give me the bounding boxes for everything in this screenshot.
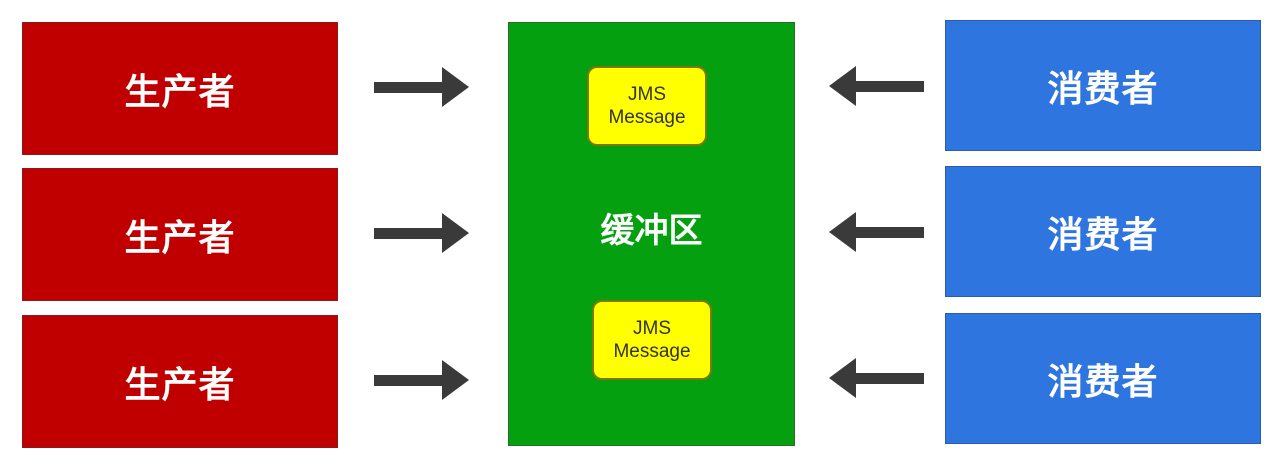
jms-message-line1: JMS <box>628 84 666 105</box>
buffer-box: JMS Message 缓冲区 JMS Message <box>508 22 795 446</box>
buffer-label: 缓冲区 <box>600 211 703 251</box>
consumer-label: 消费者 <box>1047 214 1159 256</box>
jms-message-line2: Message <box>608 107 686 128</box>
consumer-box: 消费者 <box>945 166 1261 297</box>
consumer-box: 消费者 <box>945 313 1261 444</box>
producer-box: 生产者 <box>22 168 338 301</box>
jms-message: JMS Message <box>592 300 712 380</box>
producer-label: 生产者 <box>124 217 236 259</box>
producer-box: 生产者 <box>22 315 338 448</box>
jms-message-line1: JMS <box>633 318 671 339</box>
arrow-right-icon <box>374 213 469 253</box>
producer-box: 生产者 <box>22 22 338 155</box>
arrow-left-icon <box>829 358 924 398</box>
arrow-right-icon <box>374 67 469 107</box>
jms-message: JMS Message <box>587 66 707 146</box>
arrow-right-icon <box>374 360 469 400</box>
jms-message-line2: Message <box>613 341 691 362</box>
producer-label: 生产者 <box>124 364 236 406</box>
consumer-box: 消费者 <box>945 20 1261 151</box>
consumer-label: 消费者 <box>1047 361 1159 403</box>
consumer-label: 消费者 <box>1047 68 1159 110</box>
producer-label: 生产者 <box>124 71 236 113</box>
arrow-left-icon <box>829 212 924 252</box>
arrow-left-icon <box>829 66 924 106</box>
